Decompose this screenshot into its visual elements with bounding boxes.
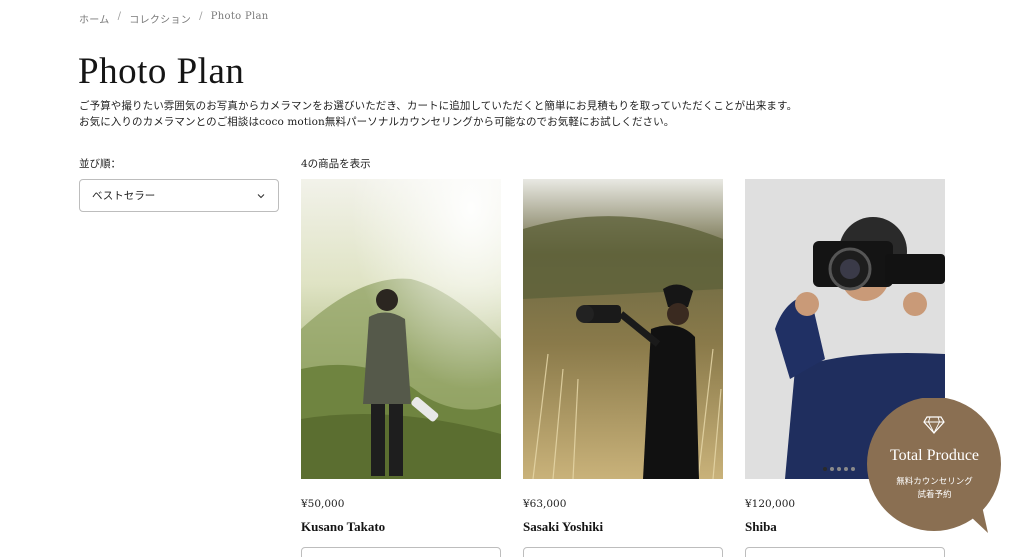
sort-label: 並び順： — [79, 158, 121, 170]
sort-selected-value: ベストセラー — [92, 190, 156, 202]
carousel-dot[interactable] — [851, 467, 855, 471]
add-to-cart-button[interactable] — [301, 547, 501, 557]
sort-select[interactable]: ベストセラー — [79, 179, 279, 212]
carousel-dot[interactable] — [837, 467, 841, 471]
bubble-line: 試着予約 — [917, 490, 952, 500]
carousel-dot[interactable] — [823, 467, 827, 471]
product-card[interactable]: ¥50,000 Kusano Takato — [301, 179, 501, 557]
breadcrumb-current: Photo Plan — [210, 11, 269, 22]
bubble-line: 無料カウンセリング — [896, 477, 973, 487]
product-count: 4の商品を表示 — [301, 158, 371, 170]
carousel-dots[interactable] — [823, 467, 855, 471]
counseling-bubble[interactable]: Total Produce 無料カウンセリング 試着予約 — [866, 398, 1003, 535]
product-name[interactable]: Sasaki Yoshiki — [523, 519, 723, 535]
diamond-icon — [923, 416, 945, 434]
product-name[interactable]: Kusano Takato — [301, 519, 501, 535]
breadcrumb-home[interactable]: ホーム — [79, 11, 110, 26]
page-description: ご予算や撮りたい雰囲気のお写真からカメラマンをお選びいただき、カートに追加してい… — [79, 98, 839, 130]
bubble-subtitle: 無料カウンセリング 試着予約 — [866, 476, 1003, 502]
chevron-down-icon — [257, 193, 265, 198]
breadcrumb-separator: / — [117, 11, 122, 22]
product-card[interactable]: ¥63,000 Sasaki Yoshiki — [523, 179, 723, 557]
add-to-cart-button[interactable] — [745, 547, 945, 557]
description-line: ご予算や撮りたい雰囲気のお写真からカメラマンをお選びいただき、カートに追加してい… — [79, 100, 798, 112]
product-price: ¥50,000 — [301, 498, 345, 510]
collection-page: ホーム / コレクション / Photo Plan Photo Plan ご予算… — [0, 0, 1024, 557]
product-photo[interactable] — [301, 179, 501, 479]
product-price: ¥63,000 — [523, 498, 567, 510]
page-title: Photo Plan — [78, 51, 245, 92]
product-photo[interactable] — [523, 179, 723, 479]
bubble-title: Total Produce — [889, 447, 980, 464]
add-to-cart-button[interactable] — [523, 547, 723, 557]
description-line: お気に入りのカメラマンとのご相談はcoco motion無料パーソナルカウンセリ… — [79, 116, 675, 128]
breadcrumb-separator: / — [199, 11, 203, 22]
breadcrumb-collection[interactable]: コレクション — [129, 11, 191, 26]
breadcrumb: ホーム / コレクション / Photo Plan — [79, 11, 269, 26]
carousel-dot[interactable] — [844, 467, 848, 471]
carousel-dot[interactable] — [830, 467, 834, 471]
